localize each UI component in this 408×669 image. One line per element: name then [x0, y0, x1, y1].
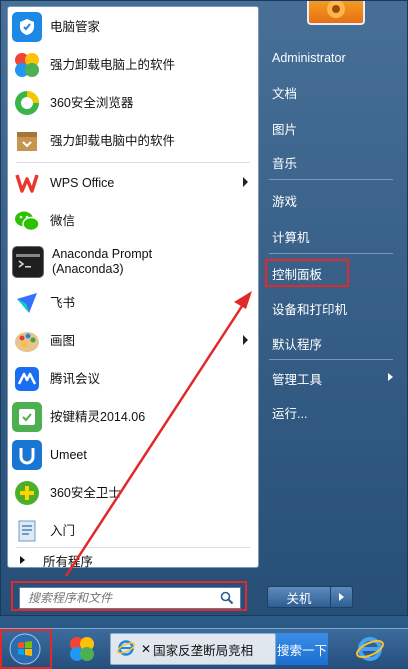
close-small-icon: ✕	[141, 642, 152, 656]
annotation-arrow	[64, 291, 252, 577]
taskbar-ie-app[interactable]	[350, 633, 390, 665]
taskbar-search-button[interactable]: 搜索一下	[276, 633, 328, 665]
colorful-app-icon	[70, 637, 94, 661]
annotation-arrow-line	[64, 299, 248, 577]
ie-icon	[116, 639, 136, 660]
ie-large-icon	[356, 637, 384, 661]
ie-window-title: 国家反垄断局竞相	[153, 643, 254, 658]
taskbar-ie-window[interactable]: ✕ 国家反垄断局竞相	[110, 633, 276, 665]
start-highlight-box	[0, 629, 52, 669]
search-button-label: 搜索一下	[276, 643, 327, 658]
taskbar-app-360[interactable]	[62, 633, 102, 665]
taskbar: ✕ 国家反垄断局竞相 搜索一下	[0, 628, 408, 669]
annotation-arrow-head	[234, 291, 252, 309]
